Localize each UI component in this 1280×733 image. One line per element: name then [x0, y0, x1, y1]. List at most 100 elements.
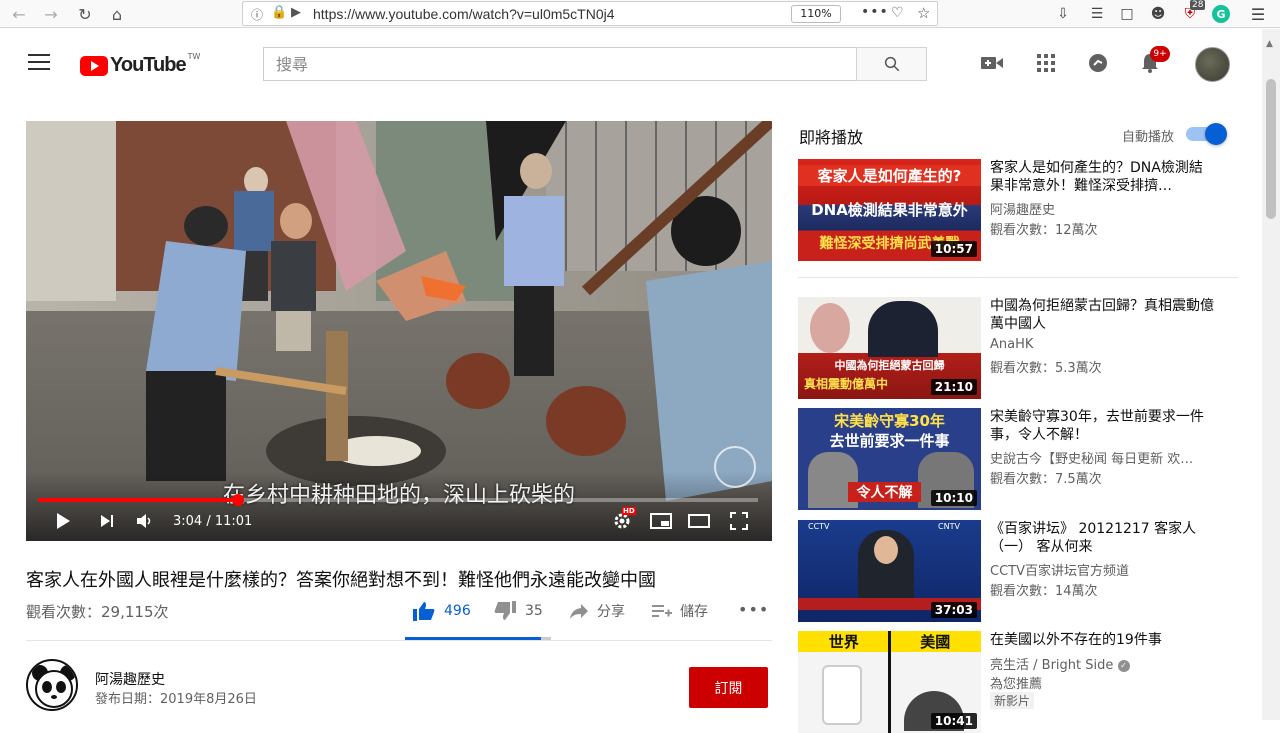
account-icon[interactable]: ☻	[1148, 4, 1168, 24]
scroll-up-arrow-icon[interactable]: ▲	[1266, 39, 1273, 49]
theater-mode-icon	[688, 514, 710, 528]
thumbnail-caption: 去世前要求一件事	[829, 432, 950, 450]
thumbnail-caption: 宋美齡守寡30年	[834, 412, 945, 430]
autoplay-toggle-knob[interactable]	[1205, 123, 1227, 145]
home-icon[interactable]: ⌂	[106, 3, 128, 25]
thumbnail-divider	[888, 631, 891, 733]
video-subtitle: 在乡村中耕种田地的，深山上砍柴的	[222, 483, 575, 508]
recommended-video-2[interactable]: 中國為何拒絕蒙古回歸 真相震動億萬中 21:10 中國為何拒絕蒙古回歸？真相震動…	[798, 297, 1238, 399]
recommended-title[interactable]: 在美國以外不存在的19件事	[990, 631, 1215, 649]
guide-menu-icon[interactable]	[28, 54, 50, 70]
channel-watermark-icon[interactable]	[714, 446, 756, 488]
recommended-views: 觀看次數：12萬次	[990, 223, 1098, 238]
info-divider	[26, 640, 772, 641]
more-actions-icon[interactable]: •••	[738, 600, 769, 619]
video-thumbnail[interactable]: 客家人是如何產生的? DNA檢測結果非常意外 難怪深受排擠尚武善戰 10:57	[798, 159, 981, 261]
recommended-title[interactable]: 中國為何拒絕蒙古回歸？真相震動億萬中國人	[990, 297, 1215, 333]
save-button[interactable]: 儲存	[652, 601, 708, 621]
channel-avatar[interactable]	[26, 659, 78, 711]
bookmark-star-icon[interactable]: ☆	[917, 4, 930, 22]
sidebar-divider	[798, 277, 1238, 278]
play-button[interactable]	[54, 511, 72, 531]
hamburger-menu-icon[interactable]: ☰	[1248, 4, 1268, 24]
theater-mode-button[interactable]	[688, 511, 710, 531]
video-thumbnail[interactable]: CCTV CNTV 37:03	[798, 520, 981, 622]
logo-region: TW	[187, 52, 201, 61]
youtube-play-icon	[80, 55, 108, 76]
like-count: 496	[444, 603, 471, 619]
scroll-thumb[interactable]	[1266, 79, 1276, 219]
thumbnail-caption: DNA檢測結果非常意外	[811, 201, 968, 219]
recommended-title[interactable]: 宋美齡守寡30年，去世前要求一件事，令人不解！	[990, 408, 1215, 444]
recommended-video-5[interactable]: 世界 美國 10:41 在美國以外不存在的19件事 亮生活 / Bright S…	[798, 631, 1238, 733]
sidebar-icon[interactable]: □	[1117, 4, 1137, 24]
volume-icon	[137, 514, 151, 528]
recommended-title[interactable]: 客家人是如何產生的？DNA檢測結果非常意外！難怪深受排擠…	[990, 159, 1215, 195]
video-duration: 21:10	[930, 379, 977, 395]
miniplayer-button[interactable]	[650, 511, 672, 531]
new-video-badge: 新影片	[990, 692, 1035, 709]
search-input[interactable]	[264, 48, 857, 80]
progress-bar[interactable]	[38, 494, 758, 506]
recommended-video-4[interactable]: CCTV CNTV 37:03 《百家讲坛》 20121217 客家人（一） 客…	[798, 520, 1238, 622]
zoom-level[interactable]: 110%	[791, 5, 841, 23]
time-display: 3:04 / 11:01	[173, 513, 253, 529]
thumbnail-caption: 令人不解	[848, 482, 921, 502]
video-title: 客家人在外國人眼裡是什麼樣的？答案你絕對想不到！難怪他們永遠能改變中國	[26, 570, 656, 591]
like-button[interactable]: 496	[413, 601, 471, 621]
verified-check-icon: ✓	[1117, 659, 1130, 672]
forward-icon[interactable]: →	[40, 3, 62, 25]
create-video-icon[interactable]	[980, 51, 1004, 75]
video-duration: 10:41	[930, 713, 977, 729]
notification-count-badge: 9+	[1150, 46, 1170, 62]
address-bar[interactable]: ⓘ 🔒 ▶ https://www.youtube.com/watch?v=ul…	[242, 1, 938, 26]
thumbnail-portrait	[810, 303, 850, 353]
video-thumbnail[interactable]: 中國為何拒絕蒙古回歸 真相震動億萬中 21:10	[798, 297, 981, 399]
video-duration: 10:57	[930, 241, 977, 257]
search-box	[263, 47, 857, 81]
dislike-count: 35	[525, 603, 543, 619]
hd-badge: HD	[622, 507, 636, 515]
download-icon[interactable]: ⇩	[1053, 4, 1073, 24]
recommended-video-1[interactable]: 客家人是如何產生的? DNA檢測結果非常意外 難怪深受排擠尚武善戰 10:57 …	[798, 159, 1238, 261]
lock-icon[interactable]: 🔒	[271, 5, 287, 20]
messages-icon[interactable]	[1086, 51, 1110, 75]
share-button[interactable]: 分享	[569, 601, 625, 621]
recommended-title[interactable]: 《百家讲坛》 20121217 客家人（一） 客从何来	[990, 520, 1215, 556]
grammarly-icon[interactable]: G	[1212, 5, 1230, 23]
search-icon	[884, 56, 899, 72]
user-avatar[interactable]	[1195, 47, 1230, 82]
pocket-icon[interactable]: ♡	[891, 5, 904, 21]
recommended-channel: CCTV百家讲坛官方频道	[990, 564, 1129, 579]
page-actions-icon[interactable]: •••	[861, 4, 889, 20]
video-duration: 37:03	[930, 602, 977, 618]
library-icon[interactable]: ☰	[1087, 4, 1107, 24]
recommended-video-3[interactable]: 宋美齡守寡30年 去世前要求一件事 令人不解 10:10 宋美齡守寡30年，去世…	[798, 408, 1238, 510]
video-thumbnail[interactable]: 宋美齡守寡30年 去世前要求一件事 令人不解 10:10	[798, 408, 981, 510]
mute-button[interactable]	[136, 511, 154, 531]
page-scrollbar[interactable]: ▲	[1262, 29, 1280, 720]
video-player[interactable]: 在乡村中耕种田地的，深山上砍柴的 3:04 / 11:01 HD	[26, 121, 772, 541]
progress-played	[38, 498, 239, 502]
browser-toolbar: ← → ↻ ⌂ ⓘ 🔒 ▶ https://www.youtube.com/wa…	[0, 0, 1280, 28]
next-button[interactable]	[99, 511, 115, 531]
video-duration: 10:10	[930, 490, 977, 506]
subscribe-button[interactable]: 訂閱	[689, 667, 768, 708]
settings-button[interactable]: HD	[612, 507, 636, 531]
reload-icon[interactable]: ↻	[74, 3, 96, 25]
apps-grid-icon[interactable]	[1034, 51, 1058, 75]
back-icon[interactable]: ←	[8, 3, 30, 25]
add-to-playlist-icon	[652, 605, 672, 617]
thumbs-down-icon	[494, 601, 516, 620]
url-text: https://www.youtube.com/watch?v=ul0m5cTN…	[313, 6, 615, 22]
dislike-button[interactable]: 35	[494, 601, 543, 621]
autoplay-label: 自動播放	[1122, 130, 1175, 145]
permissions-icon[interactable]: ▶	[291, 5, 301, 20]
channel-name[interactable]: 阿湯趣歷史	[95, 669, 165, 689]
search-button[interactable]	[856, 47, 927, 81]
info-icon[interactable]: ⓘ	[251, 6, 263, 23]
video-thumbnail[interactable]: 世界 美國 10:41	[798, 631, 981, 733]
fullscreen-button[interactable]	[730, 511, 748, 531]
youtube-logo[interactable]: YouTube TW	[80, 52, 201, 77]
thumbnail-portrait	[868, 301, 938, 357]
